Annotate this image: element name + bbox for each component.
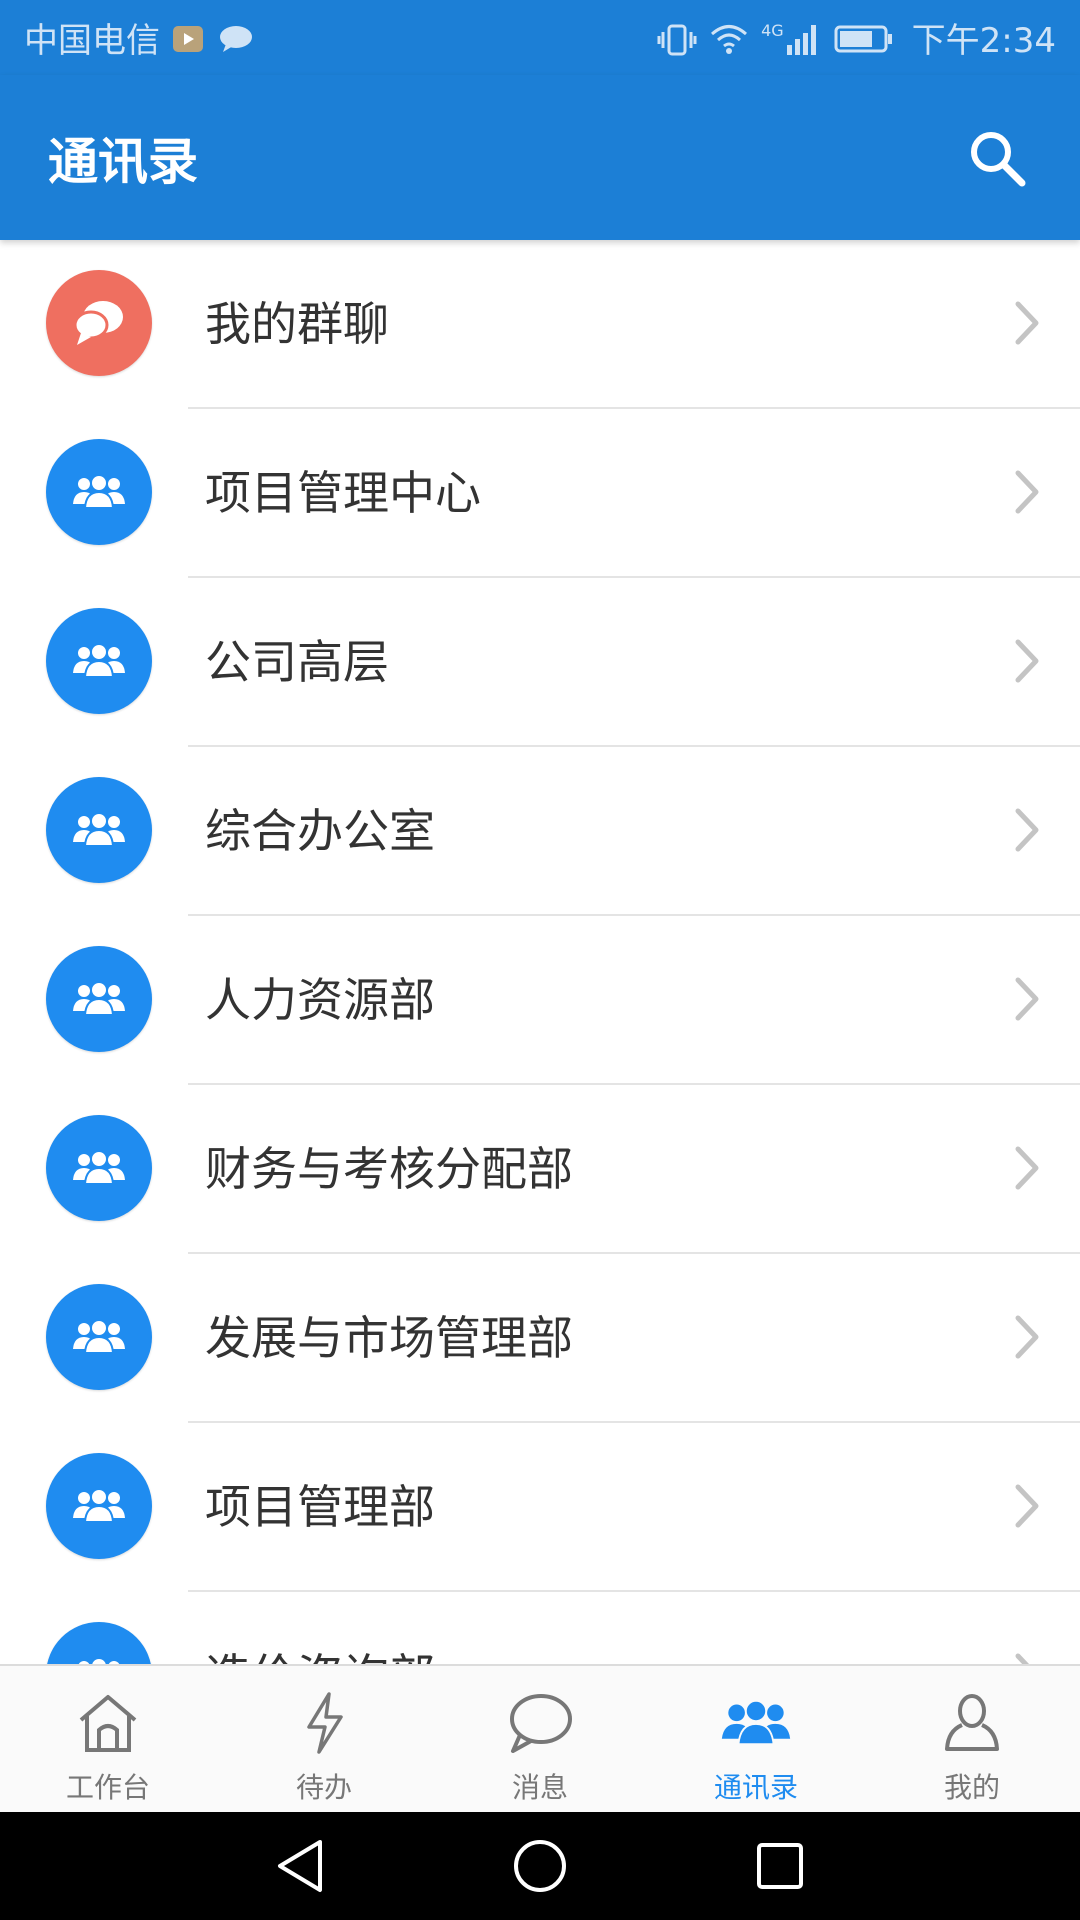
group-people-icon <box>71 472 127 512</box>
tab-label: 工作台 <box>65 1771 150 1804</box>
home-circle-icon <box>514 1840 566 1892</box>
department-avatar <box>46 1622 152 1664</box>
tab-todo[interactable]: 待办 <box>216 1666 432 1812</box>
list-item[interactable]: 财务与考核分配部 <box>0 1085 1080 1254</box>
contact-list[interactable]: 我的群聊项目管理中心 公司高层综合办公室人力资源部财务与考核分配部 发展与市场管理部… <box>0 240 1080 1664</box>
list-item-label: 造价咨询部 <box>205 1592 435 1664</box>
system-nav-bar <box>0 1812 1080 1920</box>
department-avatar <box>46 777 152 883</box>
carrier-name: 中国电信 <box>24 21 160 61</box>
tab-label: 待办 <box>295 1771 352 1804</box>
lightning-icon <box>288 1688 360 1758</box>
chat-bubbles-icon <box>69 297 129 349</box>
clock: 下午2:34 <box>911 21 1056 61</box>
tab-contacts[interactable]: 通讯录 <box>648 1666 864 1812</box>
app-bar: 通讯录 <box>0 75 1080 240</box>
home-button[interactable] <box>505 1831 575 1901</box>
list-item-label: 我的群聊 <box>205 297 389 351</box>
department-avatar <box>46 946 152 1052</box>
list-item[interactable]: 我的群聊 <box>0 240 1080 409</box>
group-people-icon <box>71 810 127 850</box>
department-avatar <box>46 608 152 714</box>
chevron-right-icon <box>1002 1312 1052 1362</box>
chevron-right-icon <box>1002 1650 1052 1664</box>
network-type: 4G <box>761 20 784 40</box>
group-people-icon <box>71 641 127 681</box>
tab-workbench[interactable]: 工作台 <box>0 1666 216 1812</box>
list-item[interactable]: 公司高层 <box>0 578 1080 747</box>
tab-me[interactable]: 我的 <box>864 1666 1080 1812</box>
person-icon <box>936 1688 1008 1758</box>
list-item[interactable]: 项目管理中心 <box>0 409 1080 578</box>
back-button[interactable] <box>265 1831 335 1901</box>
status-left: 中国电信 <box>24 13 252 62</box>
list-item[interactable]: 综合办公室 <box>0 747 1080 916</box>
list-item[interactable]: 项目管理部 <box>0 1423 1080 1592</box>
home-icon <box>72 1688 144 1758</box>
list-item-label: 综合办公室 <box>205 804 435 858</box>
department-avatar <box>46 1453 152 1559</box>
chevron-right-icon <box>1002 467 1052 517</box>
list-item-label: 项目管理中心 <box>205 466 481 520</box>
search-icon <box>971 131 1026 186</box>
department-avatar <box>46 439 152 545</box>
department-avatar <box>46 1115 152 1221</box>
status-bar: 中国电信 4G 下午2:34 <box>0 0 1080 75</box>
chevron-right-icon <box>1002 1143 1052 1193</box>
tab-messages[interactable]: 消息 <box>432 1666 648 1812</box>
group-people-icon <box>71 1486 127 1526</box>
status-right: 4G 下午2:34 <box>657 13 1056 62</box>
tab-label: 通讯录 <box>713 1771 798 1804</box>
page-title: 通讯录 <box>48 132 198 191</box>
list-item-label: 项目管理部 <box>205 1480 435 1534</box>
group-chat-avatar <box>46 270 152 376</box>
battery-icon <box>834 23 894 53</box>
bottom-nav: 工作台 待办 消息 通讯录 我的 <box>0 1664 1080 1812</box>
wifi-icon <box>709 23 748 54</box>
signal-icon: 4G <box>761 21 816 55</box>
chevron-right-icon <box>1002 636 1052 686</box>
chevron-right-icon <box>1002 298 1052 348</box>
video-app-icon <box>172 23 206 53</box>
tab-label: 我的 <box>943 1771 1000 1804</box>
list-item-label: 公司高层 <box>205 635 389 689</box>
chevron-right-icon <box>1002 974 1052 1024</box>
recents-button[interactable] <box>745 1831 815 1901</box>
group-people-icon <box>71 1655 127 1664</box>
list-item[interactable]: 发展与市场管理部 <box>0 1254 1080 1423</box>
group-people-icon <box>71 1317 127 1357</box>
message-notification-icon <box>218 23 252 53</box>
group-people-icon <box>71 1148 127 1188</box>
chat-bubble-icon <box>504 1688 576 1758</box>
vibrate-icon <box>657 23 697 55</box>
back-triangle-icon <box>278 1840 322 1892</box>
group-people-icon <box>71 979 127 1019</box>
list-item[interactable]: 造价咨询部 <box>0 1592 1080 1664</box>
search-button[interactable] <box>962 123 1032 193</box>
chevron-right-icon <box>1002 805 1052 855</box>
list-item-label: 人力资源部 <box>205 973 435 1027</box>
chevron-right-icon <box>1002 1481 1052 1531</box>
list-item-label: 发展与市场管理部 <box>205 1311 573 1365</box>
tab-label: 消息 <box>511 1771 568 1804</box>
list-item[interactable]: 人力资源部 <box>0 916 1080 1085</box>
list-item-label: 财务与考核分配部 <box>205 1142 573 1196</box>
contacts-icon <box>720 1688 792 1758</box>
recents-square-icon <box>757 1843 803 1889</box>
department-avatar <box>46 1284 152 1390</box>
